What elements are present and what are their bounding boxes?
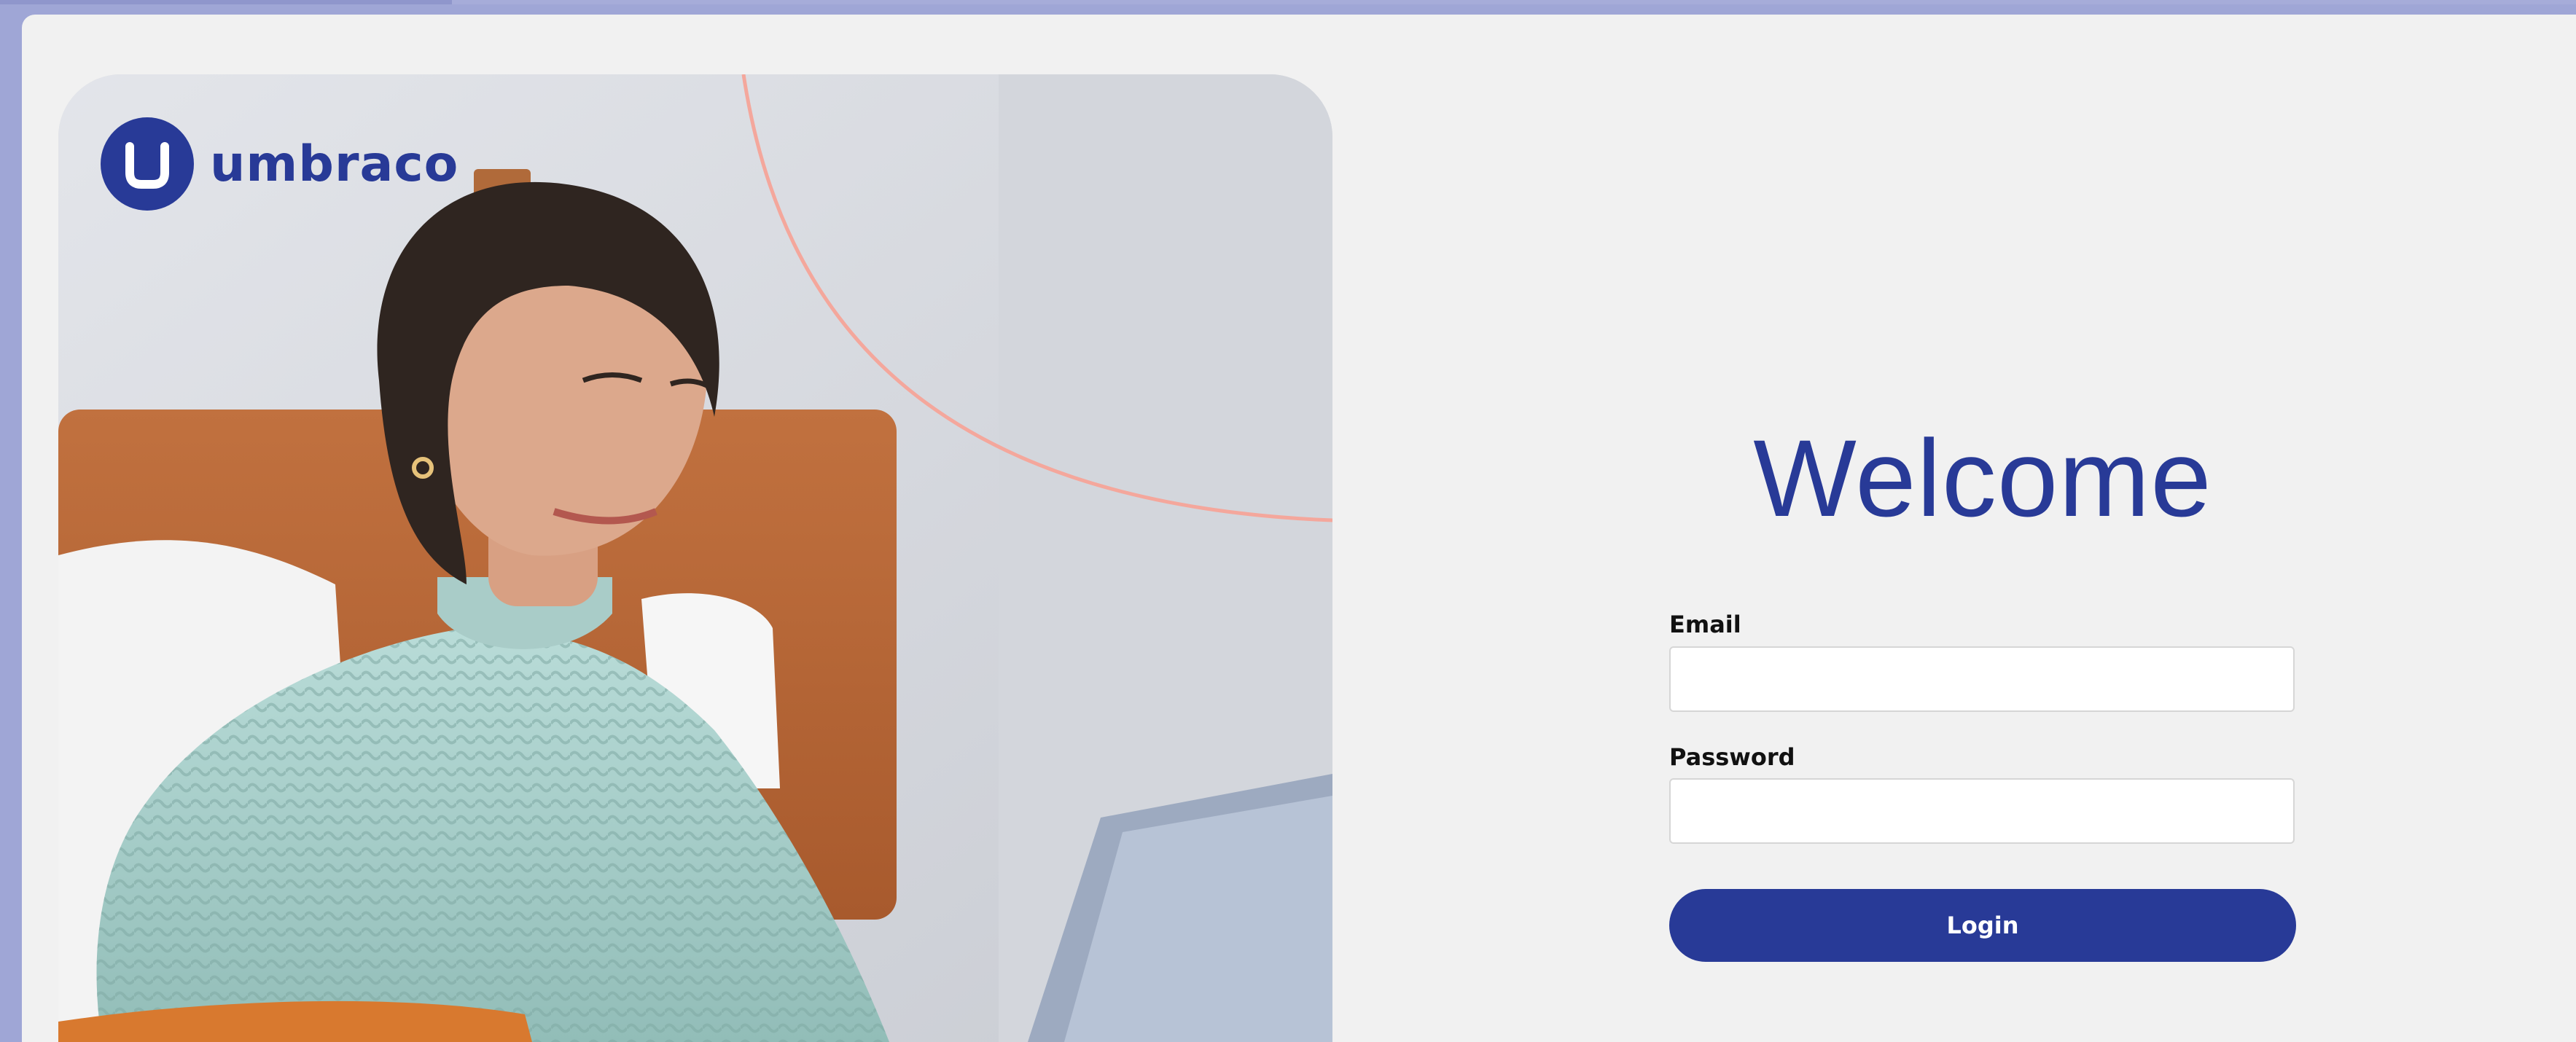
brand-logo: umbraco xyxy=(101,117,458,211)
top-bar xyxy=(452,0,2576,4)
woman-with-laptop-photo xyxy=(58,74,1332,1042)
hero-image-panel xyxy=(58,74,1332,1042)
umbraco-u-logo-icon xyxy=(101,117,194,211)
password-field[interactable] xyxy=(1669,778,2295,844)
welcome-heading: Welcome xyxy=(1753,417,2212,539)
top-tab-indicator xyxy=(0,0,452,4)
email-label: Email xyxy=(1669,611,1741,638)
email-field[interactable] xyxy=(1669,646,2295,712)
password-label: Password xyxy=(1669,743,1795,771)
brand-name: umbraco xyxy=(210,135,459,193)
login-button[interactable]: Login xyxy=(1669,889,2296,962)
